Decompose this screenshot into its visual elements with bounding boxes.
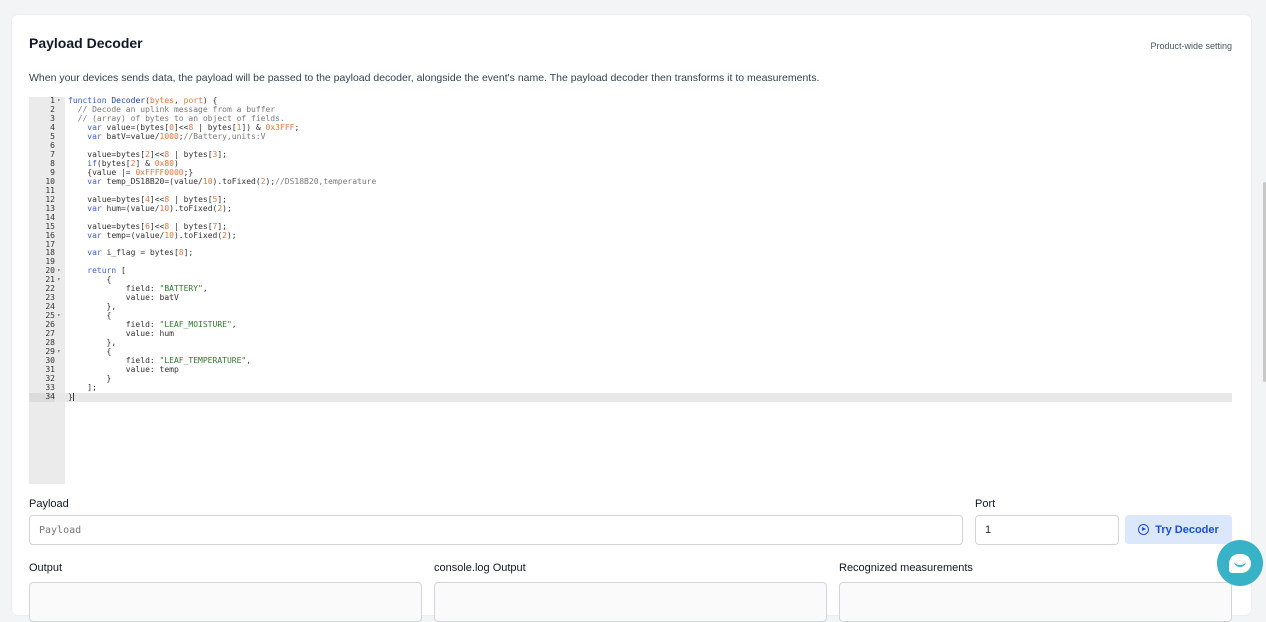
code-line[interactable]: 5 var batV=value/1000;//Battery,units:V (29, 131, 1232, 142)
chat-button[interactable] (1217, 540, 1263, 586)
code-line[interactable]: 7 value=bytes[2]<<8 | bytes[3]; (29, 150, 1232, 160)
page-title: Payload Decoder (29, 35, 143, 51)
code-line[interactable]: 34} (29, 392, 1232, 402)
output-label: Output (29, 562, 63, 574)
code-line[interactable]: 22 field: "BATTERY", (29, 284, 1232, 294)
code-line[interactable]: 16 var temp=(value/10).toFixed(2); (29, 230, 1232, 241)
code-line[interactable]: 21 ▾ { (29, 275, 1232, 285)
try-decoder-button[interactable]: Try Decoder (1125, 515, 1232, 544)
measurements-box[interactable] (839, 582, 1232, 622)
chat-icon (1229, 553, 1251, 573)
output-box[interactable] (29, 582, 422, 622)
fold-arrow-icon[interactable]: ▾ (57, 97, 61, 106)
code-text: var i_flag = bytes[8]; (87, 248, 194, 258)
code-editor[interactable]: 1 ▾ function Decoder(bytes, port) {2 // De… (29, 96, 1232, 484)
code-line[interactable]: 28 }, (29, 338, 1232, 348)
line-number: 34 (29, 392, 55, 402)
code-text: var temp=(value/10).toFixed(2); (87, 230, 237, 240)
code-text: } (68, 392, 74, 402)
code-text: var hum=(value/10).toFixed(2); (87, 203, 232, 213)
code-line[interactable]: 10 var temp_DS18B20=(value/10).toFixed(2… (29, 176, 1232, 187)
code-line[interactable]: 33 ]; (29, 383, 1232, 393)
scope-label: Product-wide setting (1150, 41, 1232, 51)
description-text: When your devices sends data, the payloa… (29, 72, 820, 84)
code-line[interactable]: 17 (29, 240, 1232, 250)
port-input[interactable]: 1 (975, 515, 1119, 545)
play-circle-icon (1138, 524, 1150, 535)
code-line[interactable]: 13 var hum=(value/10).toFixed(2); (29, 203, 1232, 214)
try-decoder-label: Try Decoder (1155, 523, 1219, 536)
code-lines[interactable]: 1 ▾ function Decoder(bytes, port) {2 // De… (29, 96, 1232, 402)
fold-arrow-icon[interactable]: ▾ (57, 348, 61, 357)
fold-arrow-icon[interactable]: ▾ (57, 312, 61, 321)
code-line[interactable]: 20 ▾ return [ (29, 266, 1232, 276)
payload-decoder-card: Payload Decoder Product-wide setting Whe… (12, 15, 1251, 622)
code-text: var batV=value/1000;//Battery,units:V (87, 131, 266, 141)
code-line[interactable]: 24 }, (29, 302, 1232, 312)
code-text: var temp_DS18B20=(value/10).toFixed(2);/… (87, 176, 377, 186)
console-output-label: console.log Output (434, 562, 526, 574)
fold-arrow-icon[interactable]: ▾ (57, 267, 61, 276)
measurements-label: Recognized measurements (839, 562, 973, 574)
code-line[interactable]: 30 field: "LEAF_TEMPERATURE", (29, 356, 1232, 366)
code-line[interactable]: 18 var i_flag = bytes[8]; (29, 248, 1232, 258)
code-line[interactable]: 8 if(bytes[2] & 0x80) (29, 159, 1232, 169)
code-line[interactable]: 23 value: batV (29, 293, 1232, 303)
port-value: 1 (985, 524, 992, 536)
port-label: Port (975, 498, 996, 510)
code-line[interactable]: 19 (29, 257, 1232, 267)
payload-label: Payload (29, 498, 69, 510)
code-line[interactable]: 27 value: hum (29, 329, 1232, 339)
code-line[interactable]: 26 field: "LEAF_MOISTURE", (29, 320, 1232, 330)
payload-input[interactable] (29, 515, 963, 545)
code-line[interactable]: 31 value: temp (29, 365, 1232, 375)
fold-arrow-icon[interactable]: ▾ (57, 276, 61, 285)
code-line[interactable]: 32 } (29, 374, 1232, 384)
console-output-box[interactable] (434, 582, 827, 622)
